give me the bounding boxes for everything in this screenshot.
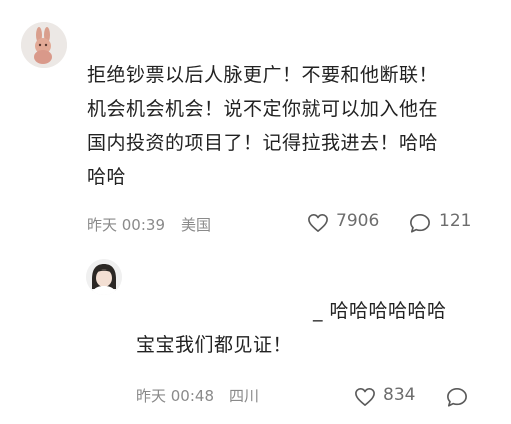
portrait-avatar-icon [86,259,122,295]
comment-text-line-4: 哈哈 [87,166,127,188]
reply-location: 四川 [229,387,260,405]
reply-text-line-2: 宝宝我们都见证！ [136,334,293,356]
reply-time: 昨天 00:48 [136,387,214,405]
comment-reply-count: 121 [439,211,472,231]
bunny-avatar-icon [21,22,67,68]
comment-location: 美国 [181,216,212,234]
speech-bubble-icon[interactable] [409,213,431,234]
comment-text-line-3: 国内投资的项目了！记得拉我进去！哈哈 [87,132,439,154]
reply-like-count: 834 [383,385,416,405]
heart-outline-icon[interactable] [307,213,329,233]
comment-text-line-1: 拒绝钞票以后人脉更广！不要和他断联！ [87,64,439,86]
replier-avatar[interactable] [86,259,122,295]
heart-outline-icon[interactable] [354,387,376,407]
comment-time: 昨天 00:39 [87,216,165,234]
commenter-avatar[interactable] [21,22,67,68]
speech-bubble-icon[interactable] [446,387,468,408]
comment-like-count: 7906 [336,211,380,231]
reply-text-line-1: _ 哈哈哈哈哈哈 [313,300,447,322]
comment-text-line-2: 机会机会机会！说不定你就可以加入他在 [87,98,439,120]
